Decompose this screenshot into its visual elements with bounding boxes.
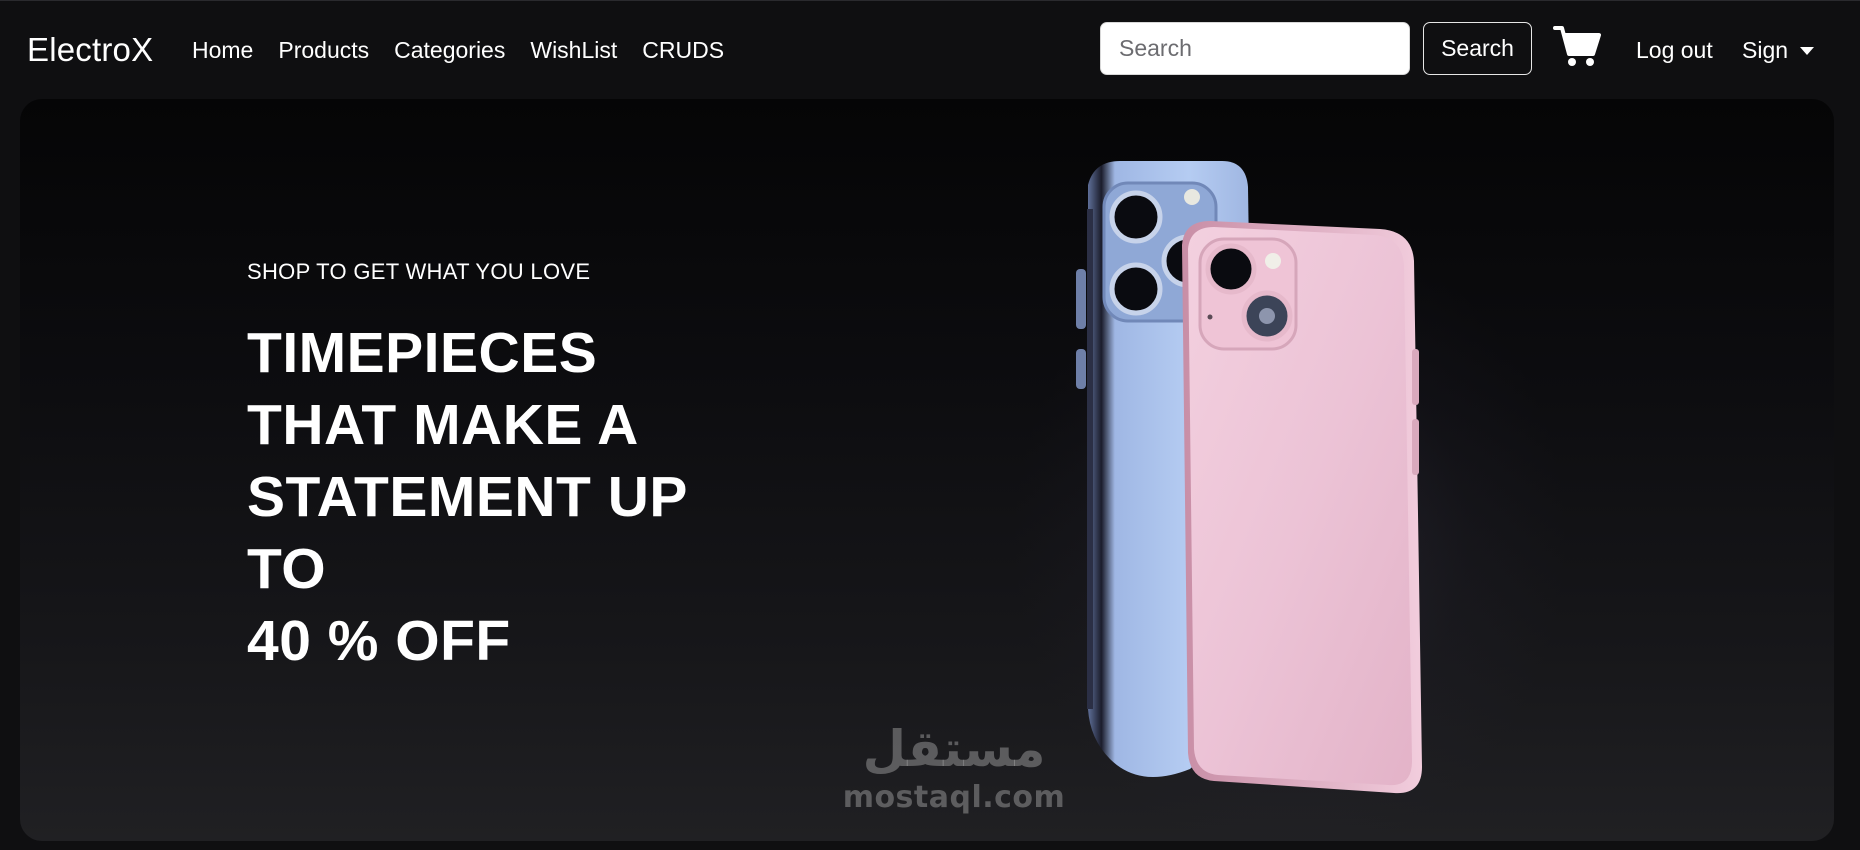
watermark-latin: mostaql.com <box>842 780 1066 815</box>
hero-banner: SHOP TO GET WHAT YOU LOVE TIMEPIECES THA… <box>20 99 1834 841</box>
camera-flash <box>1184 189 1200 205</box>
nav-cruds[interactable]: CRUDS <box>642 37 724 64</box>
nav-categories[interactable]: Categories <box>394 37 505 64</box>
shopping-cart-icon[interactable] <box>1553 24 1601 68</box>
brand-logo[interactable]: ElectroX <box>27 31 153 69</box>
search-input[interactable] <box>1100 22 1410 75</box>
pink-phone-side-button <box>1412 349 1419 405</box>
camera-flash <box>1265 253 1281 269</box>
headline-line: THAT MAKE A <box>247 393 639 457</box>
headline-line: 40 % OFF <box>247 609 511 673</box>
nav-home[interactable]: Home <box>192 37 253 64</box>
headline-line: TIMEPIECES <box>247 321 598 385</box>
top-navbar: ElectroX Home Products Categories WishLi… <box>0 0 1860 100</box>
camera-lens <box>1109 262 1163 316</box>
headline-line: STATEMENT UP <box>247 465 688 529</box>
camera-mic <box>1207 314 1213 320</box>
hero-headline: TIMEPIECES THAT MAKE A STATEMENT UP TO 4… <box>247 317 767 677</box>
search-button[interactable]: Search <box>1423 22 1532 75</box>
blue-phone-side-button <box>1076 269 1086 329</box>
caret-down-icon <box>1800 47 1815 55</box>
pink-phone-side-button <box>1412 419 1419 475</box>
watermark-arabic: مستقل <box>862 720 1046 778</box>
camera-lens <box>1205 243 1257 295</box>
phones-image <box>1076 161 1422 794</box>
camera-lens <box>1109 190 1163 244</box>
nav-products[interactable]: Products <box>278 37 369 64</box>
main-nav: Home Products Categories WishList CRUDS <box>192 37 749 64</box>
mostaql-watermark: مستقل mostaql.com <box>838 719 1070 834</box>
sign-dropdown[interactable]: Sign <box>1742 37 1815 64</box>
nav-wishlist[interactable]: WishList <box>530 37 617 64</box>
headline-line: TO <box>247 537 327 601</box>
logout-link[interactable]: Log out <box>1636 37 1713 64</box>
sign-label: Sign <box>1742 37 1789 63</box>
hero-eyebrow: SHOP TO GET WHAT YOU LOVE <box>247 259 591 284</box>
blue-phone-side-button <box>1076 349 1086 389</box>
